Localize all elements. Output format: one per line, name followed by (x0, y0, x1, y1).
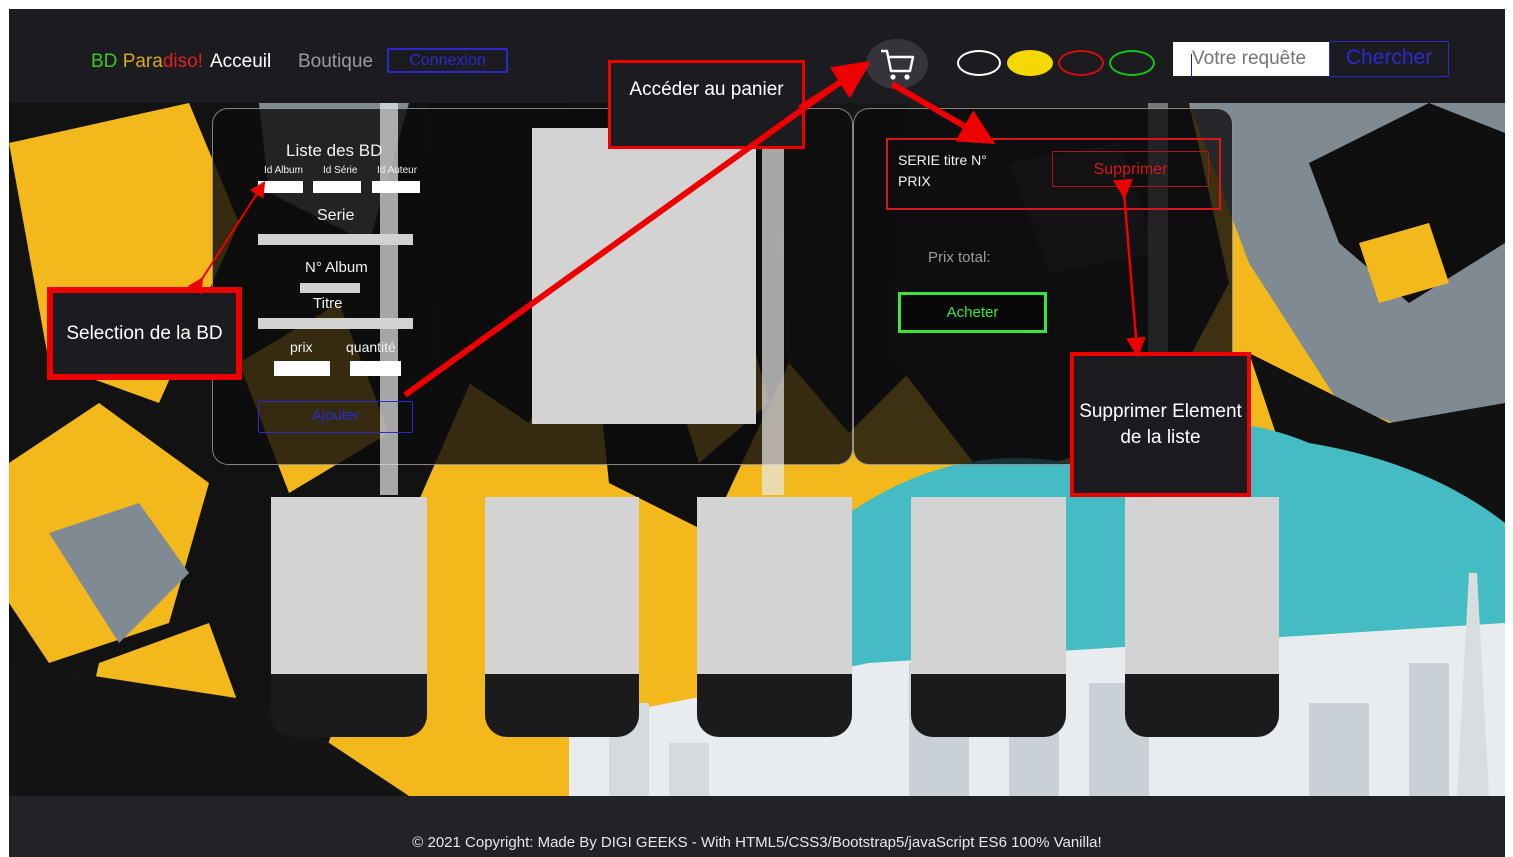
arrow-add-to-cart (403, 60, 870, 398)
footer-copyright: © 2021 Copyright: Made By DIGI GEEKS - W… (412, 834, 1102, 851)
arrow-selection (187, 180, 266, 295)
annotation-arrows (187, 60, 1146, 398)
arrow-cart-to-item (890, 81, 996, 145)
arrow-callout-to-cart (798, 63, 871, 111)
arrow-remove (1113, 178, 1146, 358)
